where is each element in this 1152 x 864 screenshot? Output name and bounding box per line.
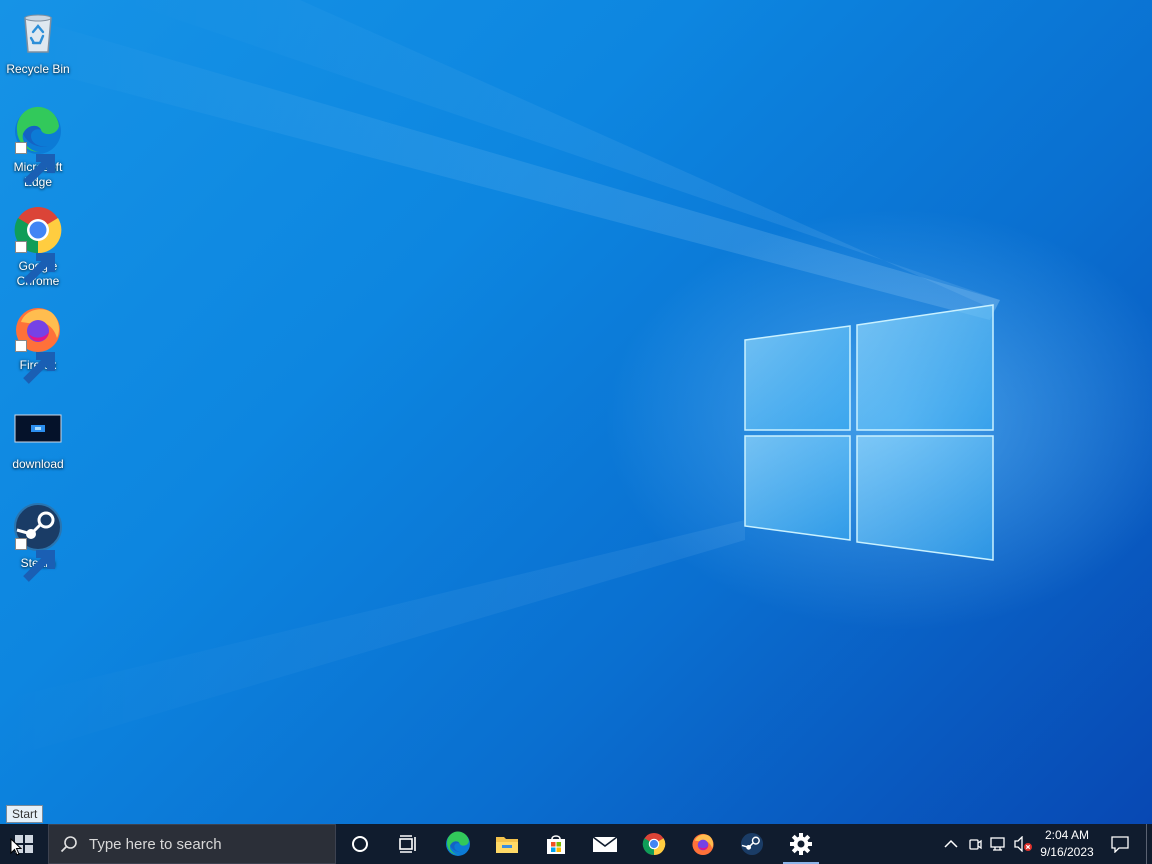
volume-muted-icon bbox=[1014, 836, 1032, 852]
meet-now-button[interactable] bbox=[963, 824, 987, 864]
shortcut-arrow-icon bbox=[15, 241, 55, 285]
start-button[interactable] bbox=[0, 824, 48, 864]
desktop-icon-label: Recycle Bin bbox=[6, 62, 70, 76]
meet-now-icon bbox=[969, 839, 982, 850]
show-hidden-icons-button[interactable] bbox=[939, 824, 963, 864]
taskbar-mail-button[interactable] bbox=[581, 824, 629, 864]
taskbar-settings-button[interactable] bbox=[777, 824, 825, 864]
windows-logo-wallpaper bbox=[0, 0, 1000, 760]
steam-icon bbox=[740, 832, 764, 856]
store-icon bbox=[547, 835, 565, 854]
desktop-icon-google-chrome[interactable]: Google Chrome bbox=[0, 205, 76, 289]
taskbar-firefox-button[interactable] bbox=[679, 824, 727, 864]
desktop-icon-steam[interactable]: Steam bbox=[0, 502, 76, 582]
chrome-icon bbox=[642, 832, 666, 856]
network-icon bbox=[990, 837, 1005, 851]
clock-date: 9/16/2023 bbox=[1040, 845, 1094, 859]
desktop-icon-recycle-bin[interactable]: Recycle Bin bbox=[0, 8, 76, 77]
clock[interactable]: 2:04 AM 9/16/2023 bbox=[1034, 824, 1100, 864]
network-button[interactable] bbox=[987, 824, 1011, 864]
search-icon bbox=[60, 836, 77, 853]
image-file-icon bbox=[14, 414, 62, 443]
taskbar-chrome-button[interactable] bbox=[630, 824, 678, 864]
settings-icon bbox=[790, 833, 812, 855]
firefox-icon bbox=[692, 833, 714, 856]
edge-icon bbox=[446, 831, 470, 856]
shortcut-arrow-icon bbox=[15, 142, 55, 186]
desktop-icon-firefox[interactable]: Firefox bbox=[0, 304, 76, 384]
cortana-icon bbox=[352, 836, 368, 852]
taskbar-file-explorer-button[interactable] bbox=[483, 824, 531, 864]
cortana-button[interactable] bbox=[336, 824, 384, 864]
mail-icon bbox=[592, 836, 618, 852]
desktop-icon-label: download bbox=[12, 457, 64, 471]
chevron-up-icon bbox=[944, 839, 958, 848]
task-view-icon bbox=[399, 835, 416, 853]
recycle-bin-icon bbox=[24, 14, 52, 53]
search-box[interactable]: Type here to search bbox=[48, 824, 336, 864]
taskbar: Type here to search 2:04 AM 9/16/2023 bbox=[0, 824, 1152, 864]
volume-button[interactable] bbox=[1011, 824, 1035, 864]
show-desktop-button[interactable] bbox=[1146, 824, 1147, 864]
desktop-icon-download[interactable]: download bbox=[0, 403, 76, 472]
task-view-button[interactable] bbox=[384, 824, 432, 864]
shortcut-arrow-icon bbox=[15, 538, 55, 582]
desktop-wallpaper: Recycle Bin Microsoft Edge Google Chrome bbox=[0, 0, 1152, 824]
clock-time: 2:04 AM bbox=[1044, 828, 1090, 842]
taskbar-edge-button[interactable] bbox=[434, 824, 482, 864]
action-center-button[interactable] bbox=[1106, 824, 1134, 864]
taskbar-store-button[interactable] bbox=[532, 824, 580, 864]
desktop-icon-microsoft-edge[interactable]: Microsoft Edge bbox=[0, 106, 76, 190]
action-center-icon bbox=[1111, 836, 1129, 853]
shortcut-arrow-icon bbox=[15, 340, 55, 384]
start-tooltip: Start bbox=[6, 805, 44, 823]
search-placeholder: Type here to search bbox=[89, 835, 222, 853]
mouse-cursor-icon bbox=[10, 838, 22, 856]
taskbar-steam-button[interactable] bbox=[728, 824, 776, 864]
file-explorer-icon bbox=[496, 837, 518, 853]
